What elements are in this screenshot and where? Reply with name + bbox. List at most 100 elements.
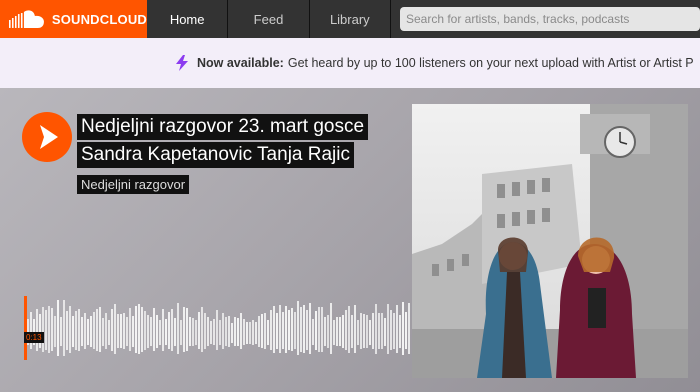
waveform-bar — [60, 317, 62, 346]
waveform-bar — [294, 312, 296, 349]
waveform-bar — [321, 307, 323, 352]
waveform-bar — [207, 317, 209, 346]
waveform-bar — [66, 311, 68, 350]
waveform-bar — [315, 311, 317, 350]
waveform-bar — [324, 317, 326, 346]
waveform-bar — [306, 310, 308, 350]
waveform-bar — [159, 320, 161, 345]
waveform-bar — [219, 320, 221, 345]
banner-heading: Now available: — [197, 56, 284, 70]
waveform-bar — [36, 309, 38, 351]
waveform-bar — [111, 309, 113, 351]
waveform-bar — [249, 322, 251, 344]
waveform-bar — [399, 315, 401, 348]
waveform-bar — [252, 320, 254, 345]
waveform-bar — [357, 320, 359, 345]
waveform-bar — [93, 312, 95, 349]
waveform-bar — [396, 305, 398, 353]
waveform-bar — [84, 313, 86, 349]
waveform-bar — [120, 314, 122, 348]
track-title-line-2: Sandra Kapetanovic Tanja Rajic — [77, 142, 354, 168]
waveform-bar — [180, 320, 182, 345]
waveform-bar — [264, 313, 266, 349]
waveform-bar — [168, 312, 170, 349]
track-title-line-1: Nedjeljni razgovor 23. mart gosce — [77, 114, 369, 140]
waveform-bar — [393, 313, 395, 349]
waveform-bar — [87, 319, 89, 345]
waveform-bar — [42, 307, 44, 352]
waveform-bar — [51, 308, 53, 351]
waveform-bar — [153, 308, 155, 351]
nav-library[interactable]: Library — [310, 0, 391, 38]
waveform-bar — [57, 300, 59, 356]
play-button[interactable] — [22, 112, 72, 162]
waveform-bar — [351, 315, 353, 348]
waveform-bar — [243, 319, 245, 345]
waveform-bar — [360, 313, 362, 349]
uploader-name[interactable]: Nedjeljni razgovor — [77, 175, 190, 194]
waveform-bar — [90, 316, 92, 347]
waveform-bar — [165, 319, 167, 345]
waveform-bar — [78, 309, 80, 351]
waveform-bar — [189, 317, 191, 346]
waveform-bar — [225, 317, 227, 346]
waveform-bar — [276, 313, 278, 349]
waveform-bar — [348, 306, 350, 353]
logo-text: SOUNDCLOUD — [51, 11, 147, 27]
waveform-bar — [303, 305, 305, 353]
waveform-bar — [216, 310, 218, 350]
waveform-bar — [162, 309, 164, 351]
waveform-bar — [48, 306, 50, 353]
waveform-bar — [339, 317, 341, 346]
waveform-bar — [75, 311, 77, 350]
promo-banner[interactable]: Now available: Get heard by up to 100 li… — [0, 38, 700, 88]
waveform-progress — [24, 296, 27, 360]
waveform-bar — [132, 316, 134, 347]
track-hero: Nedjeljni razgovor 23. mart gosce Sandra… — [0, 88, 700, 392]
waveform-bar — [102, 318, 104, 346]
waveform-bar — [300, 307, 302, 352]
waveform-bar — [222, 313, 224, 349]
waveform-bar — [408, 303, 410, 354]
waveform-bar — [237, 318, 239, 346]
waveform-bar — [210, 321, 212, 344]
waveform-bar — [174, 318, 176, 346]
waveform-bar — [171, 309, 173, 351]
waveform-bar — [114, 304, 116, 354]
waveform-bar — [240, 313, 242, 349]
waveform-bar — [144, 311, 146, 350]
waveform-bar — [234, 317, 236, 346]
track-title: Nedjeljni razgovor 23. mart gosce Sandra… — [77, 114, 369, 170]
waveform-bar — [198, 312, 200, 349]
waveform-bar — [69, 306, 71, 353]
soundcloud-logo[interactable]: SOUNDCLOUD — [0, 0, 147, 38]
waveform-bar — [390, 310, 392, 350]
waveform-bar — [387, 304, 389, 354]
waveform-bar — [342, 315, 344, 348]
search-input[interactable] — [399, 7, 700, 31]
waveform[interactable] — [24, 294, 412, 362]
waveform-bar — [363, 314, 365, 348]
waveform-bar — [72, 316, 74, 347]
waveform-bar — [108, 320, 110, 345]
artwork-photo — [412, 104, 688, 378]
waveform-bar — [150, 317, 152, 346]
waveform-bar — [327, 315, 329, 348]
waveform-bar — [183, 307, 185, 352]
soundcloud-cloud-icon — [8, 10, 44, 28]
waveform-bar — [105, 313, 107, 349]
waveform-bar — [138, 304, 140, 354]
waveform-bar — [381, 313, 383, 349]
nav-home[interactable]: Home — [147, 0, 229, 38]
waveform-bar — [354, 305, 356, 353]
waveform-bar — [291, 308, 293, 351]
waveform-bar — [372, 313, 374, 349]
waveform-bar — [261, 314, 263, 348]
nav-feed[interactable]: Feed — [228, 0, 310, 38]
waveform-bar — [45, 310, 47, 350]
waveform-bar — [336, 317, 338, 346]
waveform-bar — [366, 315, 368, 348]
waveform-bar — [312, 319, 314, 345]
waveform-bar — [258, 316, 260, 347]
waveform-bar — [384, 318, 386, 346]
